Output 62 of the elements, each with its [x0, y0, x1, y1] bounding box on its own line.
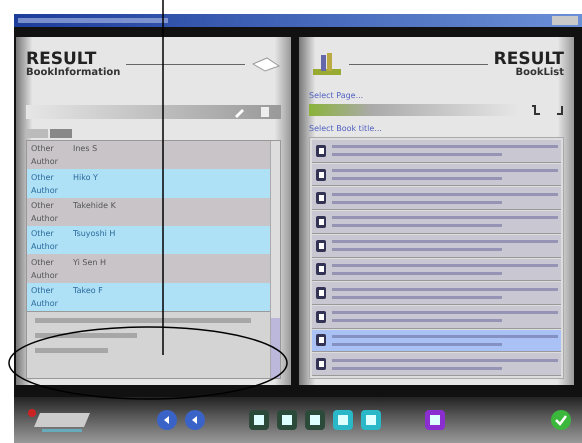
role-label: Author: [31, 298, 59, 308]
role-label: Author: [31, 270, 59, 280]
pencil-icon[interactable]: [233, 106, 245, 118]
section-label: Select Page...: [309, 91, 364, 100]
toolbar-button[interactable]: [424, 409, 446, 431]
document-icon: [315, 191, 327, 206]
book-entry[interactable]: [312, 140, 561, 163]
scroll-bar[interactable]: [270, 141, 280, 378]
document-icon: [315, 286, 327, 300]
role-label: Other: [31, 144, 55, 154]
document-icon: [315, 214, 327, 229]
person-name: Tsuyoshi H: [73, 229, 116, 238]
role-label: Other: [31, 229, 55, 238]
document-icon: [315, 310, 327, 324]
section-label: Select Book title...: [309, 124, 383, 133]
person-name: Takehide K: [73, 200, 117, 210]
back-button[interactable]: [156, 409, 178, 431]
book-entry[interactable]: [312, 187, 561, 210]
person-row[interactable]: Other Takehide K Author: [27, 198, 270, 226]
toolbar-button[interactable]: [276, 409, 298, 431]
role-label: Other: [31, 200, 55, 210]
book-entry[interactable]: [312, 211, 561, 234]
book-entry[interactable]: [312, 282, 561, 305]
document-icon: [315, 333, 327, 348]
panel-subtitle: BookInformation: [26, 68, 120, 78]
page-icon[interactable]: [530, 104, 542, 116]
role-label: Author: [31, 214, 59, 223]
person-row[interactable]: Other Ines S Author: [27, 141, 270, 170]
person-name: Takeo F: [73, 286, 104, 295]
book-entry[interactable]: [312, 306, 561, 329]
document-icon: [315, 144, 327, 158]
toolbar-button[interactable]: [332, 409, 354, 431]
role-label: Author: [31, 157, 59, 166]
person-row[interactable]: Other Yi Sen H Author: [27, 254, 270, 283]
document-icon: [315, 357, 327, 372]
toolbar-button[interactable]: [360, 409, 382, 431]
document-icon: [315, 262, 327, 276]
panel-title: RESULT: [494, 50, 564, 68]
book-entry[interactable]: [312, 164, 561, 186]
person-row[interactable]: Other Hiko Y Author: [27, 169, 270, 198]
document-icon[interactable]: [259, 106, 271, 118]
person-name: Ines S: [73, 144, 98, 154]
panel-subtitle: BookList: [515, 68, 564, 78]
role-label: Other: [31, 172, 55, 182]
person-row[interactable]: Other Tsuyoshi H Author: [27, 226, 270, 254]
toolbar-button[interactable]: [248, 409, 270, 431]
role-label: Other: [31, 258, 55, 267]
role-label: Author: [31, 186, 59, 195]
person-name: Hiko Y: [73, 172, 99, 182]
book-entry[interactable]: [312, 234, 561, 258]
panel-title: RESULT: [26, 50, 96, 68]
book-entry[interactable]: [312, 353, 561, 376]
person-row[interactable]: Other Takeo F Author: [27, 282, 270, 312]
role-label: Author: [31, 242, 59, 252]
document-icon: [315, 238, 327, 253]
person-name: Yi Sen H: [73, 258, 107, 267]
check-button[interactable]: [550, 409, 572, 431]
role-label: Other: [31, 286, 55, 295]
book-entry[interactable]: [312, 258, 561, 282]
document-icon: [315, 168, 327, 182]
toolbar-button[interactable]: [304, 409, 326, 431]
book-entry[interactable]: [312, 330, 561, 352]
